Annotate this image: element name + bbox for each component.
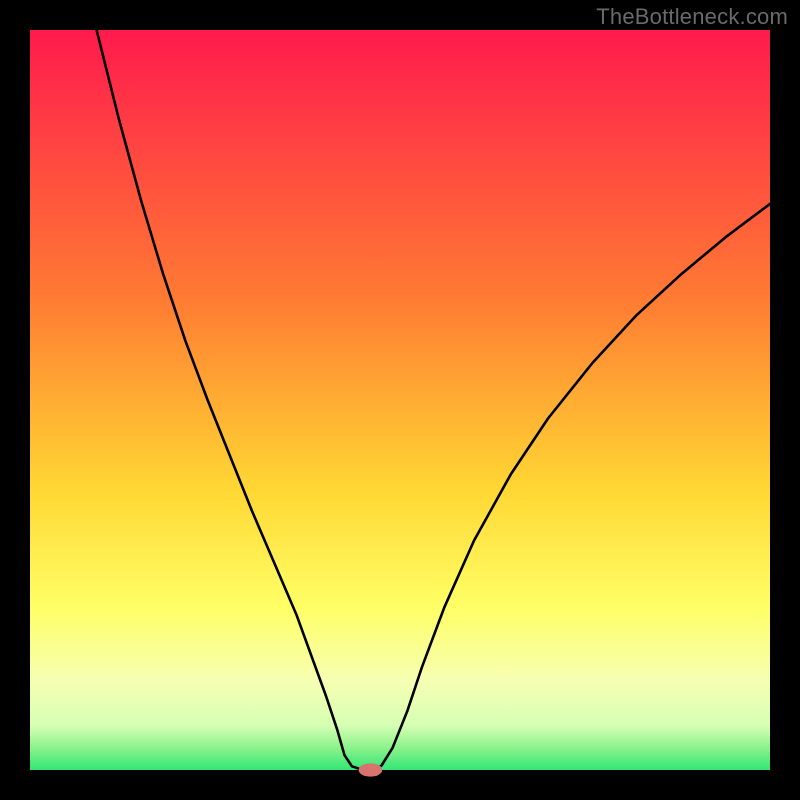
chart-frame: TheBottleneck.com <box>0 0 800 800</box>
bottleneck-chart <box>0 0 800 800</box>
optimal-point-marker <box>359 763 383 776</box>
chart-background-gradient <box>30 30 770 770</box>
watermark-label: TheBottleneck.com <box>596 4 788 30</box>
